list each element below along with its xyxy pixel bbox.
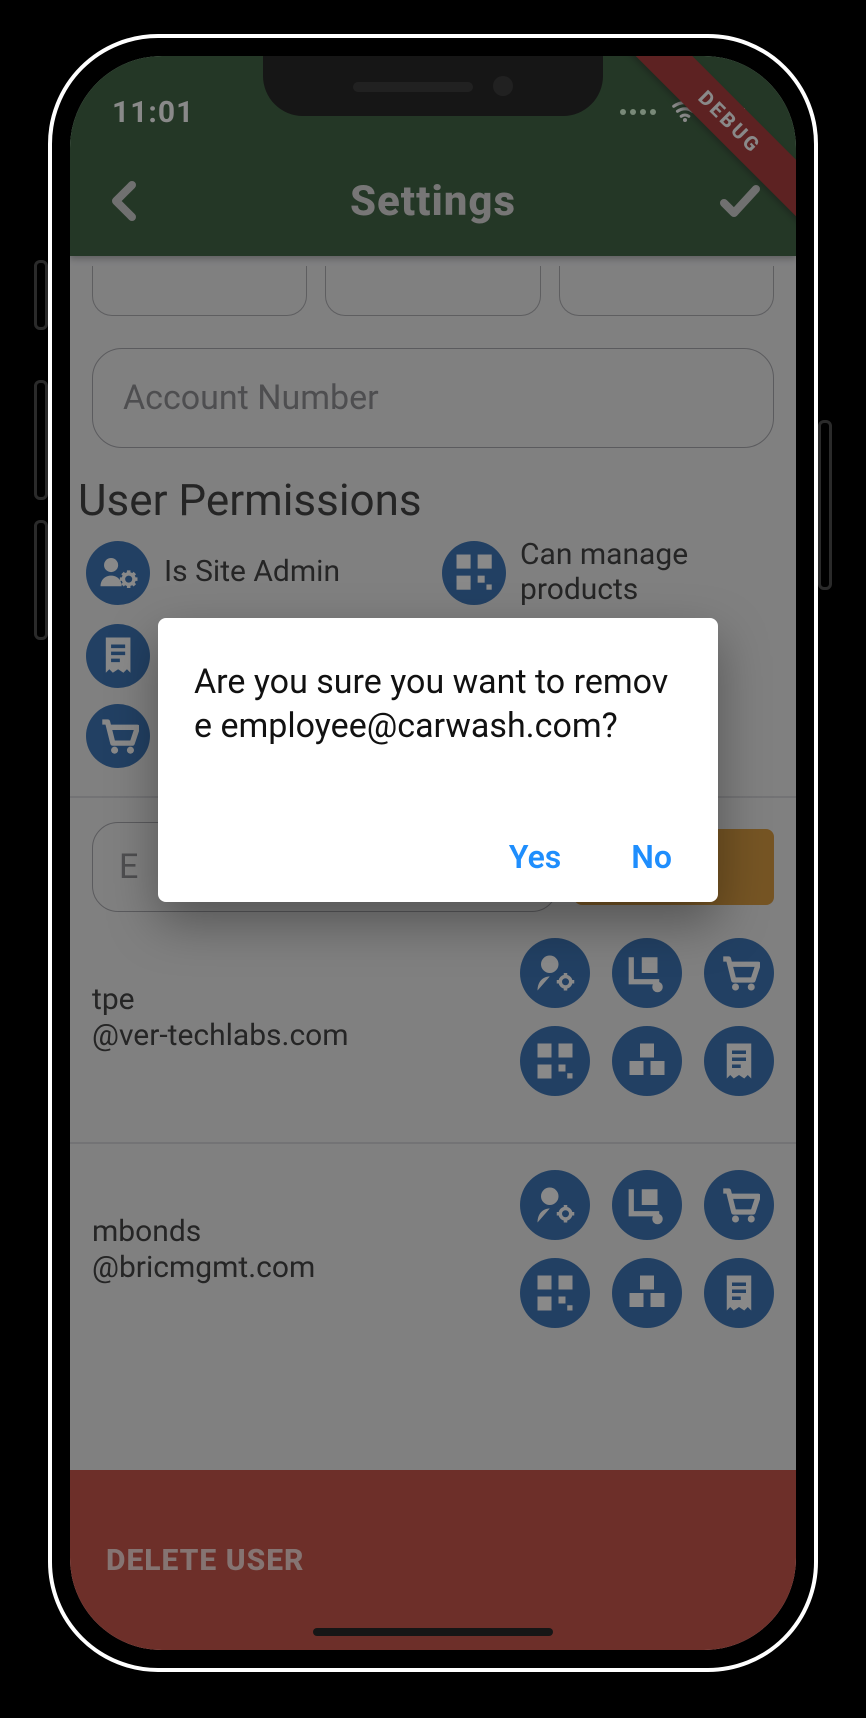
dialog-message: Are you sure you want to remove employee… xyxy=(194,660,682,748)
confirm-remove-dialog: Are you sure you want to remove employee… xyxy=(158,618,718,902)
phone-frame: 11:01 DEBUG Settings xyxy=(48,34,818,1672)
screen: 11:01 DEBUG Settings xyxy=(70,56,796,1650)
dialog-no-button[interactable]: No xyxy=(631,838,672,876)
dialog-yes-button[interactable]: Yes xyxy=(509,838,561,876)
